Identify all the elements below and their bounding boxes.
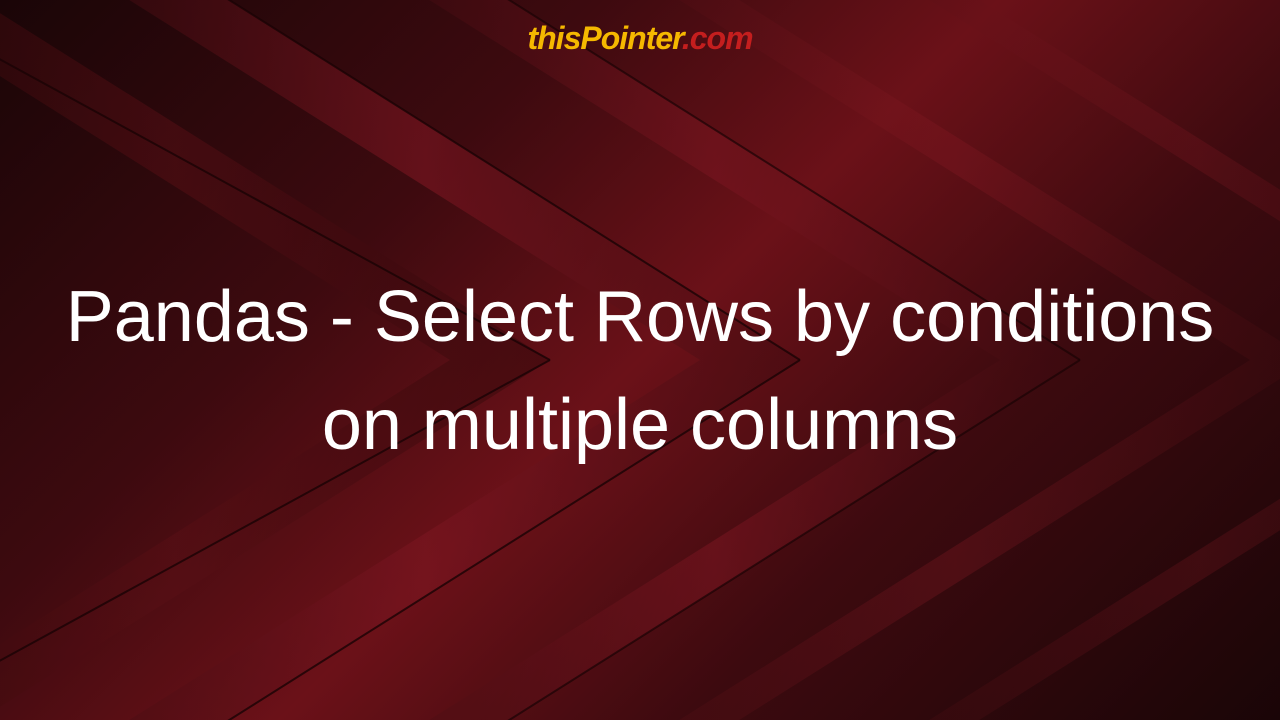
site-name-part2: .com — [682, 20, 753, 56]
site-name-part1: thisPointer — [527, 20, 681, 56]
site-logo: thisPointer.com — [527, 20, 752, 57]
article-title: Pandas - Select Rows by conditions on mu… — [64, 263, 1216, 479]
